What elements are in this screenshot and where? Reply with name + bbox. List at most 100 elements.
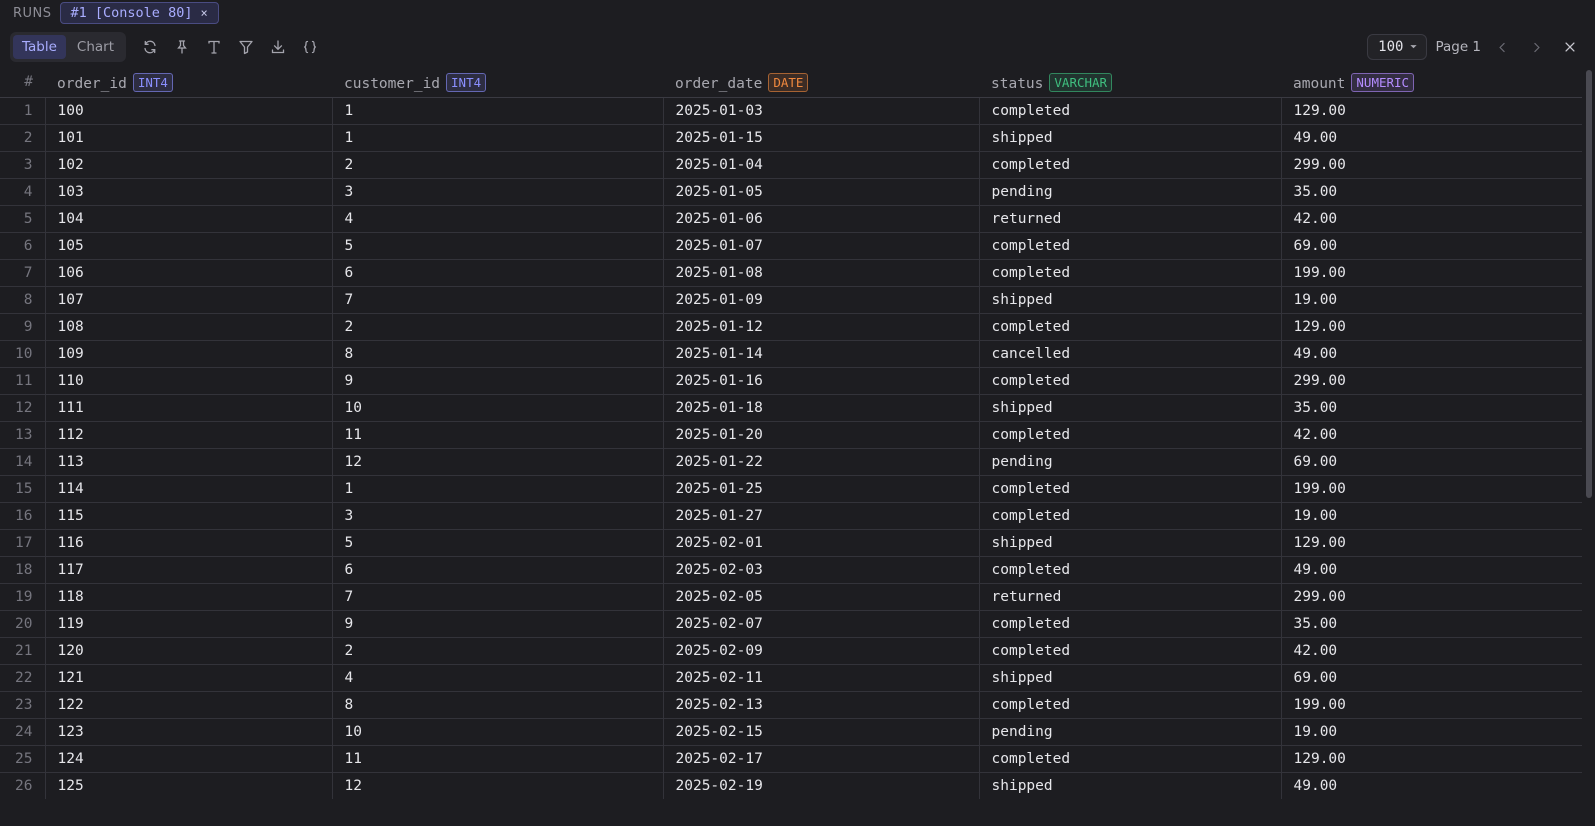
cell-status[interactable]: cancelled <box>979 339 1282 367</box>
column-header-customer-id[interactable]: customer_id INT4 <box>332 68 663 98</box>
refresh-icon[interactable] <box>134 33 166 61</box>
cell-status[interactable]: shipped <box>979 285 1282 313</box>
column-header-status[interactable]: status VARCHAR <box>979 68 1281 98</box>
table-row[interactable]: 26 125 12 2025-02-19 shipped 49.00 <box>0 771 1582 799</box>
cell-customer-id[interactable]: 2 <box>332 636 664 664</box>
cell-order-date[interactable]: 2025-01-05 <box>663 177 980 205</box>
cell-customer-id[interactable]: 4 <box>332 204 664 232</box>
cell-order-date[interactable]: 2025-01-22 <box>663 447 980 475</box>
cell-status[interactable]: returned <box>979 582 1282 610</box>
cell-order-id[interactable]: 119 <box>45 609 333 637</box>
cell-order-date[interactable]: 2025-01-25 <box>663 474 980 502</box>
cell-customer-id[interactable]: 11 <box>332 744 664 772</box>
table-row[interactable]: 8 107 7 2025-01-09 shipped 19.00 <box>0 285 1582 313</box>
cell-amount[interactable]: 35.00 <box>1281 177 1582 205</box>
cell-amount[interactable]: 42.00 <box>1281 420 1582 448</box>
cell-status[interactable]: completed <box>979 609 1282 637</box>
table-row[interactable]: 24 123 10 2025-02-15 pending 19.00 <box>0 717 1582 745</box>
cell-customer-id[interactable]: 10 <box>332 393 664 421</box>
cell-customer-id[interactable]: 5 <box>332 528 664 556</box>
cell-order-id[interactable]: 107 <box>45 285 333 313</box>
cell-order-id[interactable]: 117 <box>45 555 333 583</box>
cell-customer-id[interactable]: 3 <box>332 501 664 529</box>
cell-customer-id[interactable]: 10 <box>332 717 664 745</box>
table-row[interactable]: 21 120 2 2025-02-09 completed 42.00 <box>0 636 1582 664</box>
cell-amount[interactable]: 299.00 <box>1281 582 1582 610</box>
table-row[interactable]: 7 106 6 2025-01-08 completed 199.00 <box>0 258 1582 286</box>
cell-order-id[interactable]: 109 <box>45 339 333 367</box>
cell-status[interactable]: completed <box>979 420 1282 448</box>
table-row[interactable]: 17 116 5 2025-02-01 shipped 129.00 <box>0 528 1582 556</box>
cell-amount[interactable]: 19.00 <box>1281 501 1582 529</box>
table-row[interactable]: 14 113 12 2025-01-22 pending 69.00 <box>0 447 1582 475</box>
table-row[interactable]: 1 100 1 2025-01-03 completed 129.00 <box>0 96 1582 124</box>
cell-status[interactable]: pending <box>979 447 1282 475</box>
cell-status[interactable]: completed <box>979 474 1282 502</box>
cell-customer-id[interactable]: 1 <box>332 123 664 151</box>
cell-customer-id[interactable]: 8 <box>332 339 664 367</box>
cell-order-id[interactable]: 112 <box>45 420 333 448</box>
table-row[interactable]: 2 101 1 2025-01-15 shipped 49.00 <box>0 123 1582 151</box>
cell-amount[interactable]: 199.00 <box>1281 690 1582 718</box>
cell-amount[interactable]: 35.00 <box>1281 393 1582 421</box>
cell-order-date[interactable]: 2025-01-27 <box>663 501 980 529</box>
cell-status[interactable]: pending <box>979 717 1282 745</box>
table-row[interactable]: 12 111 10 2025-01-18 shipped 35.00 <box>0 393 1582 421</box>
cell-status[interactable]: completed <box>979 258 1282 286</box>
cell-customer-id[interactable]: 12 <box>332 447 664 475</box>
cell-order-id[interactable]: 102 <box>45 150 333 178</box>
cell-order-date[interactable]: 2025-02-13 <box>663 690 980 718</box>
close-tab-icon[interactable]: × <box>200 6 207 20</box>
cell-amount[interactable]: 19.00 <box>1281 717 1582 745</box>
cell-order-id[interactable]: 124 <box>45 744 333 772</box>
cell-status[interactable]: completed <box>979 501 1282 529</box>
next-page-icon[interactable] <box>1523 34 1549 60</box>
table-view-button[interactable]: Table <box>13 35 66 59</box>
cell-order-id[interactable]: 125 <box>45 771 333 799</box>
json-braces-icon[interactable] <box>294 33 326 61</box>
cell-amount[interactable]: 42.00 <box>1281 204 1582 232</box>
cell-order-id[interactable]: 101 <box>45 123 333 151</box>
cell-order-date[interactable]: 2025-02-09 <box>663 636 980 664</box>
table-row[interactable]: 11 110 9 2025-01-16 completed 299.00 <box>0 366 1582 394</box>
cell-order-id[interactable]: 122 <box>45 690 333 718</box>
cell-amount[interactable]: 49.00 <box>1281 123 1582 151</box>
cell-status[interactable]: pending <box>979 177 1282 205</box>
cell-order-id[interactable]: 106 <box>45 258 333 286</box>
cell-order-id[interactable]: 111 <box>45 393 333 421</box>
cell-amount[interactable]: 129.00 <box>1281 528 1582 556</box>
table-row[interactable]: 16 115 3 2025-01-27 completed 19.00 <box>0 501 1582 529</box>
table-row[interactable]: 22 121 4 2025-02-11 shipped 69.00 <box>0 663 1582 691</box>
cell-order-id[interactable]: 103 <box>45 177 333 205</box>
cell-customer-id[interactable]: 7 <box>332 582 664 610</box>
cell-order-date[interactable]: 2025-02-03 <box>663 555 980 583</box>
column-header-order-id[interactable]: order_id INT4 <box>45 68 332 98</box>
cell-order-date[interactable]: 2025-01-03 <box>663 96 980 124</box>
cell-order-date[interactable]: 2025-02-17 <box>663 744 980 772</box>
cell-order-id[interactable]: 115 <box>45 501 333 529</box>
vertical-scrollbar[interactable] <box>1586 70 1592 498</box>
cell-customer-id[interactable]: 7 <box>332 285 664 313</box>
cell-amount[interactable]: 42.00 <box>1281 636 1582 664</box>
cell-status[interactable]: completed <box>979 231 1282 259</box>
text-format-icon[interactable] <box>198 33 230 61</box>
cell-order-id[interactable]: 114 <box>45 474 333 502</box>
cell-order-date[interactable]: 2025-02-11 <box>663 663 980 691</box>
cell-order-date[interactable]: 2025-02-05 <box>663 582 980 610</box>
cell-order-id[interactable]: 116 <box>45 528 333 556</box>
cell-order-date[interactable]: 2025-01-08 <box>663 258 980 286</box>
cell-order-date[interactable]: 2025-01-09 <box>663 285 980 313</box>
cell-order-id[interactable]: 100 <box>45 96 333 124</box>
cell-status[interactable]: completed <box>979 636 1282 664</box>
cell-customer-id[interactable]: 8 <box>332 690 664 718</box>
cell-order-id[interactable]: 123 <box>45 717 333 745</box>
cell-amount[interactable]: 129.00 <box>1281 312 1582 340</box>
cell-amount[interactable]: 199.00 <box>1281 258 1582 286</box>
table-row[interactable]: 23 122 8 2025-02-13 completed 199.00 <box>0 690 1582 718</box>
cell-order-date[interactable]: 2025-02-01 <box>663 528 980 556</box>
cell-customer-id[interactable]: 11 <box>332 420 664 448</box>
cell-amount[interactable]: 129.00 <box>1281 744 1582 772</box>
cell-order-id[interactable]: 108 <box>45 312 333 340</box>
close-icon[interactable] <box>1557 34 1583 60</box>
rows-per-page-select[interactable]: 100 <box>1367 34 1428 60</box>
